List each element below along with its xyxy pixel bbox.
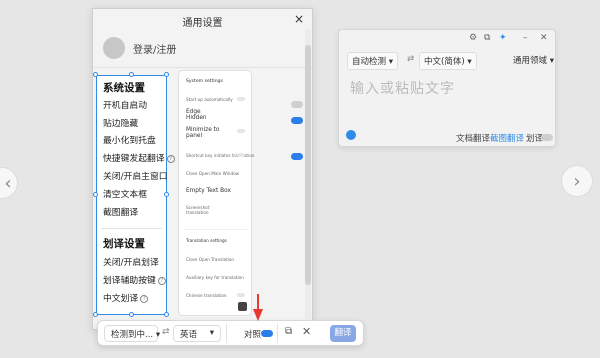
- translate-button[interactable]: 翻译: [330, 325, 356, 342]
- setting-item-aux-key[interactable]: 划译辅助按键?: [103, 273, 166, 286]
- selection-handle[interactable]: [129, 72, 134, 77]
- divider: [93, 67, 312, 68]
- preview-line: Translation settings: [186, 238, 227, 243]
- help-icon[interactable]: ?: [166, 154, 175, 163]
- preview-toggle: [237, 293, 245, 297]
- chevron-down-icon: ▾: [388, 57, 393, 67]
- setting-item[interactable]: 截图翻译: [103, 205, 138, 218]
- source-lang-label: 检测到中...: [111, 330, 154, 340]
- divider: [277, 324, 278, 343]
- screenshot-icon[interactable]: ⧉: [484, 33, 490, 43]
- preview-line: translation: [186, 210, 209, 215]
- translate-section-title: 划译设置: [103, 238, 145, 250]
- target-lang-select[interactable]: 英语 ▾: [173, 325, 221, 342]
- preview-line: Chinese translation: [186, 293, 227, 298]
- selection-handle[interactable]: [93, 72, 98, 77]
- target-lang-select[interactable]: 中文(简体) ▾: [419, 52, 477, 70]
- setting-item-label: 划译辅助按键: [103, 276, 156, 286]
- translated-preview: System settings Start up automatically E…: [178, 70, 254, 316]
- chevron-down-icon: ▾: [209, 328, 214, 338]
- selection-handle[interactable]: [164, 312, 169, 317]
- settings-list-selection: 系统设置 开机自启动 贴边隐藏 最小化到托盘 快捷键发起翻译? 关闭/开启主窗口…: [96, 75, 175, 315]
- domain-select[interactable]: 通用领域 ▾: [513, 54, 554, 66]
- swap-icon[interactable]: ⇄: [407, 54, 414, 64]
- domain-label: 通用领域: [513, 56, 548, 66]
- preview-line: panel: [186, 133, 203, 139]
- chevron-down-icon: ▾: [155, 330, 161, 340]
- chevron-down-icon: ▾: [549, 56, 554, 66]
- bottom-translate-bar: 检测到中... ▾ ⇄ 英语 ▾ 对照 ⧉ ✕ 翻译: [97, 320, 364, 346]
- preview-divider: [183, 229, 247, 230]
- next-arrow[interactable]: ›: [561, 165, 593, 197]
- compare-label: 对照: [244, 330, 262, 340]
- window-title: 通用设置: [182, 18, 223, 29]
- preview-heading: System settings: [186, 79, 223, 84]
- setting-item[interactable]: 清空文本框: [103, 187, 147, 200]
- preview-line: Close Open Main Window: [186, 171, 240, 176]
- toggle-shortcut[interactable]: [291, 153, 303, 160]
- system-section-title: 系统设置: [103, 82, 145, 94]
- logo-icon: [346, 130, 356, 140]
- setting-item-chinese[interactable]: 中文划译?: [103, 291, 149, 304]
- source-lang-select[interactable]: 检测到中... ▾: [104, 325, 161, 342]
- toggle-autostart[interactable]: [291, 101, 303, 108]
- toggle-edge-hide[interactable]: [291, 117, 303, 124]
- close-icon[interactable]: ✕: [540, 33, 548, 43]
- minimize-icon[interactable]: –: [523, 33, 528, 43]
- chevron-down-icon: ▾: [467, 57, 472, 67]
- setting-item-shortcut[interactable]: 快捷键发起翻译?: [103, 151, 175, 164]
- setting-item-label: 中文划译: [103, 294, 139, 304]
- divider: [226, 324, 227, 343]
- hover-translate-toggle[interactable]: [541, 134, 553, 141]
- preview-line: Start up automatically: [186, 97, 233, 102]
- settings-icon[interactable]: ⚙: [469, 33, 477, 43]
- swap-icon[interactable]: ⇄: [162, 327, 170, 337]
- help-icon[interactable]: ?: [157, 276, 166, 285]
- target-lang-label: 中文(简体): [424, 57, 465, 67]
- close-icon[interactable]: ×: [294, 12, 304, 26]
- chevron-right-icon: ›: [573, 170, 581, 192]
- chevron-left-icon: ‹: [4, 172, 12, 194]
- preview-line: Empty Text Box: [186, 188, 231, 194]
- preview-line: Hidden: [186, 115, 207, 121]
- selection-handle[interactable]: [93, 192, 98, 197]
- preview-toggle: [237, 153, 245, 157]
- source-text-input[interactable]: 输入或粘贴文字: [350, 78, 455, 98]
- setting-item[interactable]: 关闭/开启主窗口: [103, 169, 168, 182]
- target-lang-label: 英语: [180, 330, 198, 340]
- setting-item-label: 快捷键发起翻译: [103, 154, 165, 164]
- preview-line: Close Open Translation: [186, 257, 235, 262]
- preview-corner-icon: [238, 302, 247, 311]
- login-link[interactable]: 登录/注册: [133, 41, 176, 56]
- selection-handle[interactable]: [129, 312, 134, 317]
- preview-line: Auxiliary key for translation: [186, 275, 244, 280]
- avatar[interactable]: [103, 37, 125, 59]
- selection-handle[interactable]: [93, 312, 98, 317]
- screenshot-icon[interactable]: ⧉: [285, 326, 292, 337]
- help-icon[interactable]: ?: [140, 294, 149, 303]
- setting-item[interactable]: 关闭/开启划译: [103, 255, 159, 268]
- setting-item[interactable]: 开机自启动: [103, 98, 147, 111]
- preview-toggle: [237, 129, 245, 133]
- divider: [101, 228, 162, 229]
- setting-item[interactable]: 最小化到托盘: [103, 133, 156, 146]
- translate-panel: ⚙ ⧉ ✦ – ✕ 自动检测 ▾ ⇄ 中文(简体) ▾ 通用领域 ▾ 输入或粘贴…: [338, 29, 556, 147]
- selection-handle[interactable]: [164, 192, 169, 197]
- doc-translate-link[interactable]: 文档翻译: [456, 132, 490, 144]
- source-lang-select[interactable]: 自动检测 ▾: [347, 52, 398, 70]
- pin-icon[interactable]: ✦: [499, 33, 507, 43]
- scrollbar-thumb[interactable]: [305, 45, 311, 285]
- selection-handle[interactable]: [164, 72, 169, 77]
- prev-arrow[interactable]: ‹: [0, 167, 18, 199]
- screenshot-translate-link[interactable]: 截图翻译: [490, 132, 524, 144]
- setting-item[interactable]: 贴边隐藏: [103, 116, 138, 129]
- pointer-arrow-icon: [253, 294, 263, 321]
- preview-toggle: [237, 97, 245, 101]
- close-icon[interactable]: ✕: [302, 325, 311, 338]
- source-lang-label: 自动检测: [352, 57, 387, 67]
- compare-toggle[interactable]: [261, 330, 273, 337]
